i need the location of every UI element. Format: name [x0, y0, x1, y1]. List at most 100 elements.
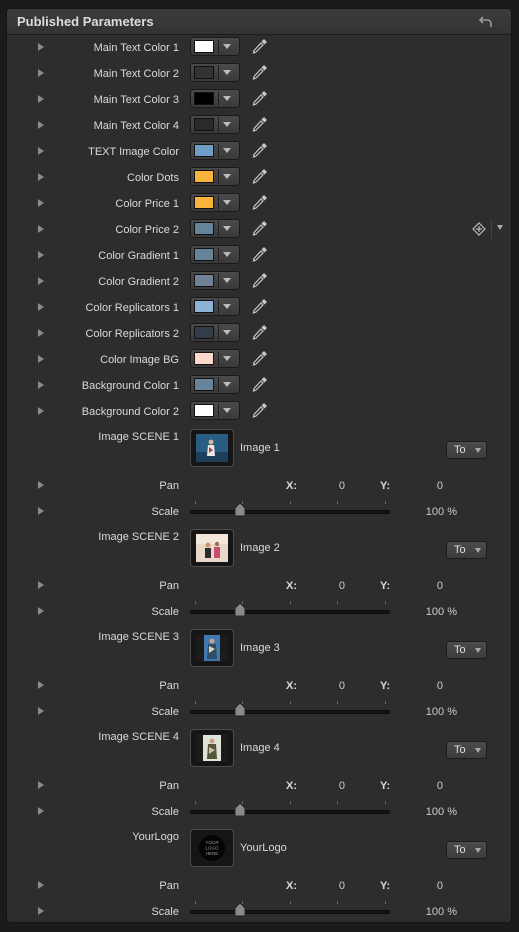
scale-slider-thumb[interactable] [234, 903, 246, 917]
eyedropper-icon[interactable] [251, 141, 269, 159]
disclosure-triangle-icon[interactable] [38, 707, 44, 715]
color-well-button[interactable] [190, 375, 240, 394]
mode-select[interactable]: To [446, 841, 487, 859]
image-well[interactable] [190, 729, 234, 767]
scale-value-field[interactable]: 100 % [417, 506, 457, 518]
disclosure-triangle-icon[interactable] [38, 355, 44, 363]
disclosure-triangle-icon[interactable] [38, 69, 44, 77]
eyedropper-icon[interactable] [251, 63, 269, 81]
image-well[interactable]: YOUR LOGO HERE [190, 829, 234, 867]
color-swatch[interactable] [194, 326, 214, 339]
disclosure-triangle-icon[interactable] [38, 481, 44, 489]
color-well-button[interactable] [190, 401, 240, 420]
color-well-button[interactable] [190, 37, 240, 56]
disclosure-triangle-icon[interactable] [38, 881, 44, 889]
disclosure-triangle-icon[interactable] [38, 251, 44, 259]
eyedropper-icon[interactable] [251, 271, 269, 289]
x-value-field[interactable]: 0 [305, 680, 345, 692]
color-well-button[interactable] [190, 193, 240, 212]
mode-select[interactable]: To [446, 541, 487, 559]
disclosure-triangle-icon[interactable] [38, 781, 44, 789]
keyframe-diamond-icon[interactable] [472, 222, 486, 236]
chevron-down-icon[interactable] [223, 278, 231, 283]
x-value-field[interactable]: 0 [305, 580, 345, 592]
disclosure-triangle-icon[interactable] [38, 329, 44, 337]
color-well-button[interactable] [190, 323, 240, 342]
y-value-field[interactable]: 0 [403, 780, 443, 792]
eyedropper-icon[interactable] [251, 193, 269, 211]
scale-slider-thumb[interactable] [234, 703, 246, 717]
eyedropper-icon[interactable] [251, 37, 269, 55]
scale-slider-track[interactable] [190, 510, 390, 514]
eyedropper-icon[interactable] [251, 245, 269, 263]
chevron-down-icon[interactable] [223, 382, 231, 387]
chevron-down-icon[interactable] [223, 356, 231, 361]
y-value-field[interactable]: 0 [403, 480, 443, 492]
color-swatch[interactable] [194, 222, 214, 235]
color-swatch[interactable] [194, 274, 214, 287]
chevron-down-icon[interactable] [223, 252, 231, 257]
color-swatch[interactable] [194, 248, 214, 261]
scale-value-field[interactable]: 100 % [417, 906, 457, 918]
color-well-button[interactable] [190, 89, 240, 108]
disclosure-triangle-icon[interactable] [38, 277, 44, 285]
eyedropper-icon[interactable] [251, 297, 269, 315]
color-well-button[interactable] [190, 271, 240, 290]
chevron-down-icon[interactable] [223, 330, 231, 335]
image-well[interactable] [190, 529, 234, 567]
color-swatch[interactable] [194, 378, 214, 391]
y-value-field[interactable]: 0 [403, 880, 443, 892]
color-well-button[interactable] [190, 141, 240, 160]
chevron-down-icon[interactable] [223, 70, 231, 75]
eyedropper-icon[interactable] [251, 323, 269, 341]
disclosure-triangle-icon[interactable] [38, 43, 44, 51]
disclosure-triangle-icon[interactable] [38, 225, 44, 233]
eyedropper-icon[interactable] [251, 349, 269, 367]
disclosure-triangle-icon[interactable] [38, 199, 44, 207]
eyedropper-icon[interactable] [251, 375, 269, 393]
color-well-button[interactable] [190, 115, 240, 134]
color-swatch[interactable] [194, 170, 214, 183]
color-well-button[interactable] [190, 349, 240, 368]
eyedropper-icon[interactable] [251, 401, 269, 419]
y-value-field[interactable]: 0 [403, 680, 443, 692]
disclosure-triangle-icon[interactable] [38, 681, 44, 689]
disclosure-triangle-icon[interactable] [38, 95, 44, 103]
eyedropper-icon[interactable] [251, 167, 269, 185]
chevron-down-icon[interactable] [223, 44, 231, 49]
mode-select[interactable]: To [446, 741, 487, 759]
color-well-button[interactable] [190, 219, 240, 238]
disclosure-triangle-icon[interactable] [38, 303, 44, 311]
disclosure-triangle-icon[interactable] [38, 607, 44, 615]
disclosure-triangle-icon[interactable] [38, 381, 44, 389]
disclosure-triangle-icon[interactable] [38, 121, 44, 129]
scale-slider-thumb[interactable] [234, 603, 246, 617]
disclosure-triangle-icon[interactable] [38, 173, 44, 181]
color-well-button[interactable] [190, 63, 240, 82]
color-swatch[interactable] [194, 300, 214, 313]
chevron-down-icon[interactable] [497, 225, 503, 230]
scale-slider-thumb[interactable] [234, 803, 246, 817]
eyedropper-icon[interactable] [251, 219, 269, 237]
color-swatch[interactable] [194, 118, 214, 131]
color-well-button[interactable] [190, 245, 240, 264]
disclosure-triangle-icon[interactable] [38, 147, 44, 155]
scale-slider-track[interactable] [190, 910, 390, 914]
scale-slider-track[interactable] [190, 610, 390, 614]
x-value-field[interactable]: 0 [305, 780, 345, 792]
disclosure-triangle-icon[interactable] [38, 807, 44, 815]
y-value-field[interactable]: 0 [403, 580, 443, 592]
scale-value-field[interactable]: 100 % [417, 806, 457, 818]
chevron-down-icon[interactable] [223, 200, 231, 205]
scale-value-field[interactable]: 100 % [417, 706, 457, 718]
color-swatch[interactable] [194, 40, 214, 53]
color-well-button[interactable] [190, 297, 240, 316]
eyedropper-icon[interactable] [251, 89, 269, 107]
scale-value-field[interactable]: 100 % [417, 606, 457, 618]
scale-slider-track[interactable] [190, 810, 390, 814]
color-swatch[interactable] [194, 352, 214, 365]
disclosure-triangle-icon[interactable] [38, 907, 44, 915]
eyedropper-icon[interactable] [251, 115, 269, 133]
mode-select[interactable]: To [446, 441, 487, 459]
x-value-field[interactable]: 0 [305, 880, 345, 892]
